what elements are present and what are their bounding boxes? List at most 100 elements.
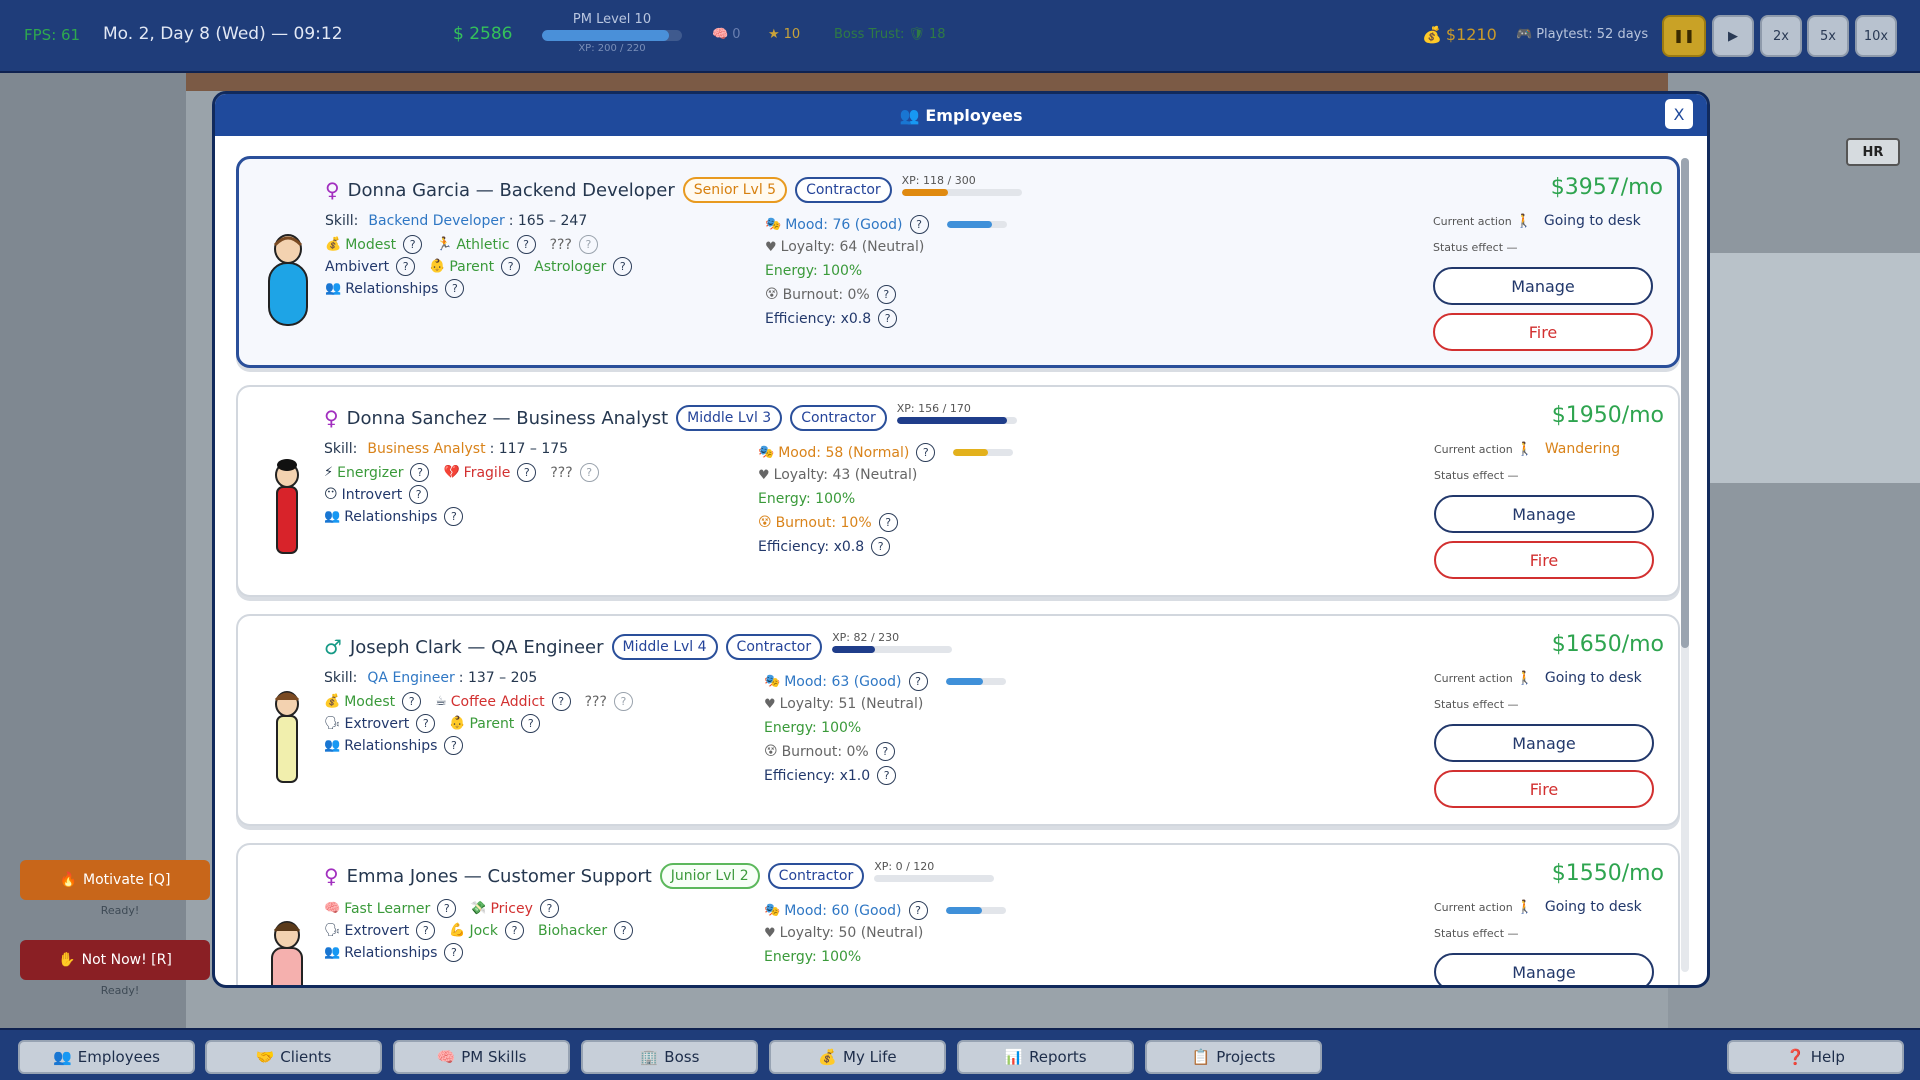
brain-icon: 🧠	[712, 27, 729, 42]
manage-button[interactable]: Manage	[1434, 953, 1654, 985]
people-icon: 👥	[324, 509, 341, 524]
scrollbar-thumb[interactable]	[1681, 158, 1689, 648]
help-icon[interactable]: ?	[909, 215, 929, 234]
trait: Jock	[469, 922, 498, 939]
nav-reports[interactable]: 📊 Reports	[957, 1040, 1134, 1074]
female-icon: ♀	[324, 406, 339, 430]
walking-icon: 🚶	[1516, 670, 1533, 686]
top-bar: FPS: 61 Mo. 2, Day 8 (Wed) — 09:12 $ 258…	[0, 0, 1920, 73]
trait: Athletic	[456, 236, 510, 253]
help-icon[interactable]: ?	[437, 899, 457, 918]
nav-boss[interactable]: 🏢 Boss	[581, 1040, 758, 1074]
relationships-line[interactable]: 👥 Relationships?	[325, 279, 474, 298]
manage-button[interactable]: Manage	[1433, 267, 1653, 305]
relationships-line[interactable]: 👥 Relationships?	[324, 507, 473, 526]
help-icon[interactable]: ?	[539, 899, 559, 918]
xp-box: XP: 156 / 170	[896, 402, 1017, 424]
help-icon[interactable]: ?	[445, 279, 465, 298]
help-icon[interactable]: ?	[878, 309, 898, 328]
help-icon[interactable]: ?	[908, 672, 928, 691]
help-icon[interactable]: ?	[579, 463, 599, 482]
help-icon[interactable]: ?	[578, 235, 598, 254]
help-icon[interactable]: ?	[396, 257, 416, 276]
help-icon[interactable]: ?	[403, 235, 423, 254]
nav-help[interactable]: ❓ Help	[1727, 1040, 1904, 1074]
help-icon[interactable]: ?	[416, 714, 436, 733]
employee-card[interactable]: ♂ Joseph Clark — QA Engineer Middle Lvl …	[236, 614, 1680, 826]
help-icon[interactable]: ?	[878, 513, 898, 532]
heart-icon: ♥	[765, 239, 777, 255]
brain-stat: 🧠 0	[712, 27, 741, 42]
mood-fill	[946, 221, 993, 228]
speed-10x-button[interactable]: 10x	[1855, 15, 1897, 57]
motivate-button[interactable]: 🔥 Motivate [Q]	[20, 860, 210, 900]
help-icon[interactable]: ?	[444, 943, 464, 962]
pause-button[interactable]: ❚❚	[1662, 15, 1706, 57]
help-icon[interactable]: ?	[871, 537, 891, 556]
help-icon[interactable]: ?	[402, 692, 422, 711]
nav-clients[interactable]: 🤝 Clients	[205, 1040, 382, 1074]
game-date: Mo. 2, Day 8 (Wed) — 09:12	[103, 24, 343, 44]
fire-button[interactable]: Fire	[1434, 541, 1654, 579]
speaking-head-icon: 🗣	[324, 923, 341, 938]
people-icon: 👥	[53, 1048, 72, 1066]
xp-bar	[832, 646, 953, 653]
relationships-line[interactable]: 👥 Relationships?	[324, 943, 473, 962]
relationships-line[interactable]: 👥 Relationships?	[324, 736, 473, 755]
manage-button[interactable]: Manage	[1434, 724, 1654, 762]
speed-5x-button[interactable]: 5x	[1807, 15, 1849, 57]
trait: Parent	[469, 715, 515, 732]
trait: Introvert	[341, 486, 403, 503]
help-icon[interactable]: ?	[613, 692, 633, 711]
nav-my-life[interactable]: 💰 My Life	[769, 1040, 946, 1074]
employee-header: ♀ Donna Garcia — Backend Developer Senio…	[325, 174, 1022, 203]
employee-name: Joseph Clark — QA Engineer	[349, 636, 604, 658]
speed-2x-button[interactable]: 2x	[1760, 15, 1802, 57]
nav-employees[interactable]: 👥 Employees	[18, 1040, 195, 1074]
help-icon[interactable]: ?	[521, 714, 541, 733]
employee-card[interactable]: ♀ Donna Garcia — Backend Developer Senio…	[236, 156, 1680, 368]
contract-badge: Contractor	[790, 405, 887, 431]
help-icon[interactable]: ?	[416, 921, 436, 940]
play-button[interactable]: ▶	[1712, 15, 1754, 57]
fire-button[interactable]: Fire	[1433, 313, 1653, 351]
level-badge: Junior Lvl 2	[659, 863, 760, 889]
xp-box: XP: 118 / 300	[901, 174, 1022, 196]
lightning-icon: ⚡	[324, 465, 334, 480]
help-icon[interactable]: ?	[444, 736, 464, 755]
help-icon[interactable]: ?	[410, 463, 430, 482]
employee-card[interactable]: ♀ Donna Sanchez — Business Analyst Middl…	[236, 385, 1680, 597]
help-icon[interactable]: ?	[501, 257, 521, 276]
help-icon[interactable]: ?	[551, 692, 571, 711]
mood-row: 🎭 Mood: 58 (Normal)?	[758, 443, 1014, 462]
mood-fill	[953, 449, 989, 456]
list-scrollbar[interactable]	[1681, 158, 1689, 972]
nav-projects[interactable]: 📋 Projects	[1145, 1040, 1322, 1074]
help-icon[interactable]: ?	[908, 901, 928, 920]
help-icon[interactable]: ?	[517, 463, 537, 482]
trait: Extrovert	[344, 922, 410, 939]
help-icon[interactable]: ?	[875, 742, 895, 761]
skill-name: QA Engineer	[367, 670, 455, 686]
xp-bar	[896, 417, 1017, 424]
help-icon[interactable]: ?	[444, 507, 464, 526]
close-button[interactable]: X	[1665, 99, 1693, 129]
help-icon[interactable]: ?	[876, 285, 896, 304]
hr-room-label[interactable]: HR	[1846, 138, 1900, 166]
not-now-button[interactable]: ✋ Not Now! [R]	[20, 940, 210, 980]
help-icon[interactable]: ?	[409, 485, 429, 504]
fire-button[interactable]: Fire	[1434, 770, 1654, 808]
employee-list[interactable]: ♀ Donna Garcia — Backend Developer Senio…	[215, 136, 1707, 985]
help-icon[interactable]: ?	[877, 766, 897, 785]
contract-badge: Contractor	[795, 177, 892, 203]
manage-button[interactable]: Manage	[1434, 495, 1654, 533]
nav-pm-skills[interactable]: 🧠 PM Skills	[393, 1040, 570, 1074]
help-icon[interactable]: ?	[516, 235, 536, 254]
help-icon[interactable]: ?	[916, 443, 936, 462]
status-effect: Status effect —	[1433, 241, 1518, 254]
help-icon[interactable]: ?	[614, 921, 634, 940]
help-icon[interactable]: ?	[504, 921, 524, 940]
mask-icon: 🎭	[764, 674, 781, 689]
help-icon[interactable]: ?	[613, 257, 633, 276]
employee-card[interactable]: ♀ Emma Jones — Customer Support Junior L…	[236, 843, 1680, 985]
